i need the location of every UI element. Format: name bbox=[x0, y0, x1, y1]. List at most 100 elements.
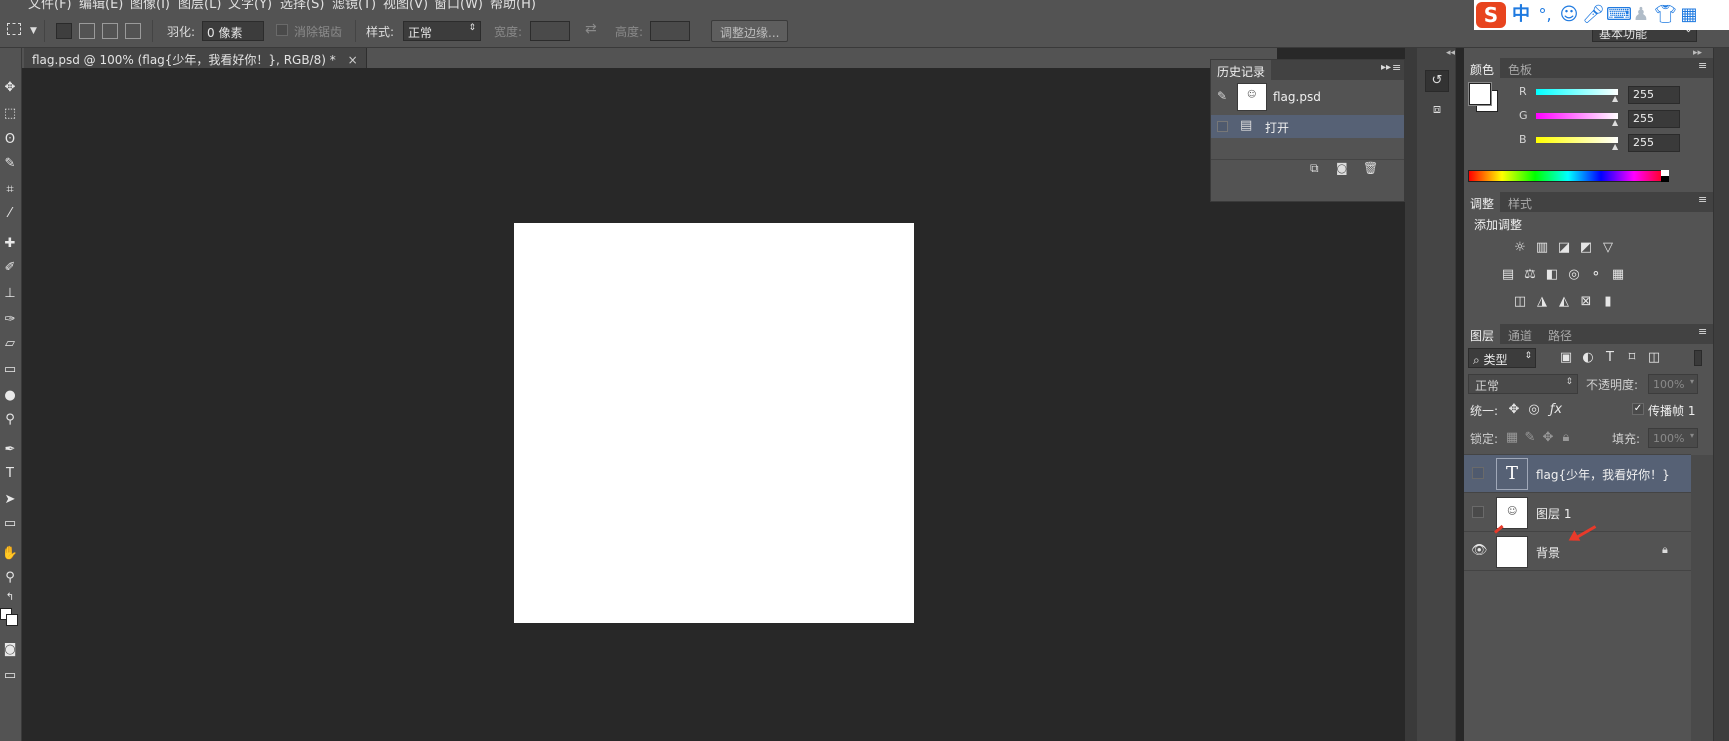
keyboard-icon[interactable]: ⌨ bbox=[1606, 4, 1632, 26]
crop-tool-icon[interactable]: ⌗ bbox=[0, 180, 20, 200]
unify-style-icon[interactable]: ƒx bbox=[1548, 402, 1564, 418]
expand-icon[interactable]: ▸▸ bbox=[1381, 62, 1391, 73]
panel-menu-icon[interactable]: ≡ bbox=[1392, 61, 1401, 74]
history-brush-source-icon[interactable]: ✎ bbox=[1217, 89, 1227, 103]
marquee-tool-icon[interactable] bbox=[7, 23, 21, 35]
filter-pixel-icon[interactable]: ▣ bbox=[1558, 350, 1574, 366]
background-color-swatch[interactable] bbox=[6, 614, 18, 626]
vibrance-icon[interactable]: ▽ bbox=[1600, 240, 1616, 256]
menu-window[interactable]: 窗口(W) bbox=[434, 0, 483, 12]
document-canvas[interactable] bbox=[514, 223, 914, 623]
blend-mode-select[interactable]: 正常 ⇕ bbox=[1468, 374, 1578, 394]
tab-swatches[interactable]: 色板 bbox=[1502, 58, 1538, 78]
right-edge-scrollbar[interactable] bbox=[1713, 48, 1729, 741]
threshold-icon[interactable]: ◭ bbox=[1556, 294, 1572, 310]
g-value-input[interactable]: 255 bbox=[1628, 110, 1680, 128]
spectrum-black-swatch[interactable] bbox=[1661, 176, 1669, 182]
posterize-icon[interactable]: ◮ bbox=[1534, 294, 1550, 310]
dodge-tool-icon[interactable]: ⚲ bbox=[0, 410, 20, 430]
g-slider[interactable] bbox=[1536, 113, 1618, 119]
quick-select-tool-icon[interactable]: ✎ bbox=[0, 154, 20, 174]
black-white-icon[interactable]: ◧ bbox=[1544, 267, 1560, 283]
history-panel-icon[interactable]: ↺ bbox=[1425, 70, 1449, 92]
unify-visibility-icon[interactable]: ◎ bbox=[1526, 402, 1542, 418]
tab-history[interactable]: 历史记录 bbox=[1211, 60, 1272, 80]
blur-tool-icon[interactable]: ● bbox=[0, 386, 20, 406]
color-fg-swatch[interactable] bbox=[1468, 82, 1492, 106]
menu-filter[interactable]: 滤镜(T) bbox=[332, 0, 376, 12]
rect-marquee-tool-icon[interactable]: ⬚ bbox=[0, 104, 20, 124]
lock-position-icon[interactable]: ✥ bbox=[1540, 430, 1556, 446]
document-tab[interactable]: flag.psd @ 100% (flag{少年，我看好你！}, RGB/8) … bbox=[24, 48, 367, 68]
height-input[interactable] bbox=[650, 21, 690, 41]
chevron-down-icon[interactable]: ▼ bbox=[30, 26, 37, 36]
user-icon[interactable]: ♟ bbox=[1630, 4, 1652, 26]
width-input[interactable] bbox=[530, 21, 570, 41]
menu-layer[interactable]: 图层(L) bbox=[178, 0, 221, 12]
brush-tool-icon[interactable]: ✐ bbox=[0, 258, 20, 278]
ime-punct[interactable]: °, bbox=[1534, 4, 1556, 26]
filter-shape-icon[interactable]: ⌑ bbox=[1624, 350, 1640, 366]
camera-icon[interactable]: ◙ bbox=[1336, 161, 1348, 175]
exposure-icon[interactable]: ◩ bbox=[1578, 240, 1594, 256]
unify-position-icon[interactable]: ✥ bbox=[1506, 402, 1522, 418]
collapse-arrows-icon[interactable]: ◂◂ bbox=[1446, 48, 1455, 58]
color-lookup-icon[interactable]: ▦ bbox=[1610, 267, 1626, 283]
layer-row-text[interactable]: T flag{少年，我看好你！} bbox=[1464, 455, 1691, 493]
panel-menu-icon[interactable]: ≡ bbox=[1698, 193, 1707, 206]
menu-file[interactable]: 文件(F) bbox=[28, 0, 72, 12]
quick-mask-icon[interactable]: ◙ bbox=[0, 640, 20, 660]
subtract-selection-icon[interactable] bbox=[102, 23, 118, 39]
gradient-map-icon[interactable]: ▮ bbox=[1600, 294, 1616, 310]
lock-pixels-icon[interactable]: ✎ bbox=[1522, 430, 1538, 446]
healing-brush-tool-icon[interactable]: ✚ bbox=[0, 234, 20, 254]
lock-all-icon[interactable]: 🔒︎ bbox=[1558, 430, 1574, 446]
b-slider[interactable] bbox=[1536, 137, 1618, 143]
menu-image[interactable]: 图像(I) bbox=[130, 0, 170, 12]
tab-color[interactable]: 颜色 bbox=[1464, 58, 1501, 78]
filter-toggle[interactable] bbox=[1694, 350, 1702, 366]
close-icon[interactable]: × bbox=[348, 53, 358, 67]
rectangle-tool-icon[interactable]: ▭ bbox=[0, 514, 20, 534]
eraser-tool-icon[interactable]: ▱ bbox=[0, 334, 20, 354]
filter-smart-icon[interactable]: ◫ bbox=[1646, 350, 1662, 366]
visibility-toggle[interactable] bbox=[1472, 506, 1484, 518]
brightness-icon[interactable]: ☼ bbox=[1512, 240, 1528, 256]
lock-transparency-icon[interactable]: ▦ bbox=[1504, 430, 1520, 446]
tab-layers[interactable]: 图层 bbox=[1464, 324, 1501, 344]
skin-shirt-icon[interactable]: 👕︎ bbox=[1654, 4, 1677, 26]
tab-styles[interactable]: 样式 bbox=[1502, 192, 1538, 212]
ime-mode-chinese[interactable]: 中 bbox=[1510, 4, 1532, 26]
toolbox-grid-icon[interactable]: ▦ bbox=[1678, 4, 1700, 26]
b-value-input[interactable]: 255 bbox=[1628, 134, 1680, 152]
channel-mixer-icon[interactable]: ⚬ bbox=[1588, 267, 1604, 283]
eye-icon[interactable]: 👁︎ bbox=[1471, 543, 1488, 558]
menu-type[interactable]: 文字(Y) bbox=[228, 0, 272, 12]
history-step[interactable]: ▤ 打开 bbox=[1211, 115, 1404, 138]
refine-edge-button[interactable]: 调整边缘... bbox=[711, 20, 789, 42]
feather-input[interactable]: 0 像素 bbox=[202, 21, 264, 41]
tab-adjustments[interactable]: 调整 bbox=[1464, 192, 1501, 212]
lasso-tool-icon[interactable]: ʘ bbox=[0, 130, 20, 150]
opacity-input[interactable]: 100% ▾ bbox=[1648, 374, 1698, 394]
screen-mode-icon[interactable]: ▭ bbox=[0, 666, 20, 686]
slider-handle-icon[interactable]: ▲ bbox=[1612, 142, 1618, 151]
smiley-icon[interactable]: ☺ bbox=[1558, 4, 1580, 26]
menu-select[interactable]: 选择(S) bbox=[280, 0, 324, 12]
visibility-toggle[interactable] bbox=[1472, 467, 1484, 479]
antialias-checkbox[interactable] bbox=[276, 24, 288, 36]
add-selection-icon[interactable] bbox=[79, 23, 95, 39]
chevron-down-icon[interactable]: ▾ bbox=[1690, 377, 1694, 386]
pen-tool-icon[interactable]: ✒ bbox=[0, 440, 20, 460]
color-balance-icon[interactable]: ⚖ bbox=[1522, 267, 1538, 283]
new-selection-icon[interactable] bbox=[56, 23, 72, 39]
path-select-tool-icon[interactable]: ➤ bbox=[0, 490, 20, 510]
history-snapshot[interactable]: ✎ ☺ flag.psd bbox=[1211, 80, 1404, 114]
filter-type-icon[interactable]: T bbox=[1602, 350, 1618, 366]
history-brush-tool-icon[interactable]: ✑ bbox=[0, 310, 20, 330]
r-value-input[interactable]: 255 bbox=[1628, 86, 1680, 104]
gradient-tool-icon[interactable]: ▭ bbox=[0, 360, 20, 380]
swap-colors-icon[interactable]: ↰ bbox=[0, 588, 20, 608]
slider-handle-icon[interactable]: ▲ bbox=[1612, 118, 1618, 127]
menu-edit[interactable]: 编辑(E) bbox=[79, 0, 123, 12]
